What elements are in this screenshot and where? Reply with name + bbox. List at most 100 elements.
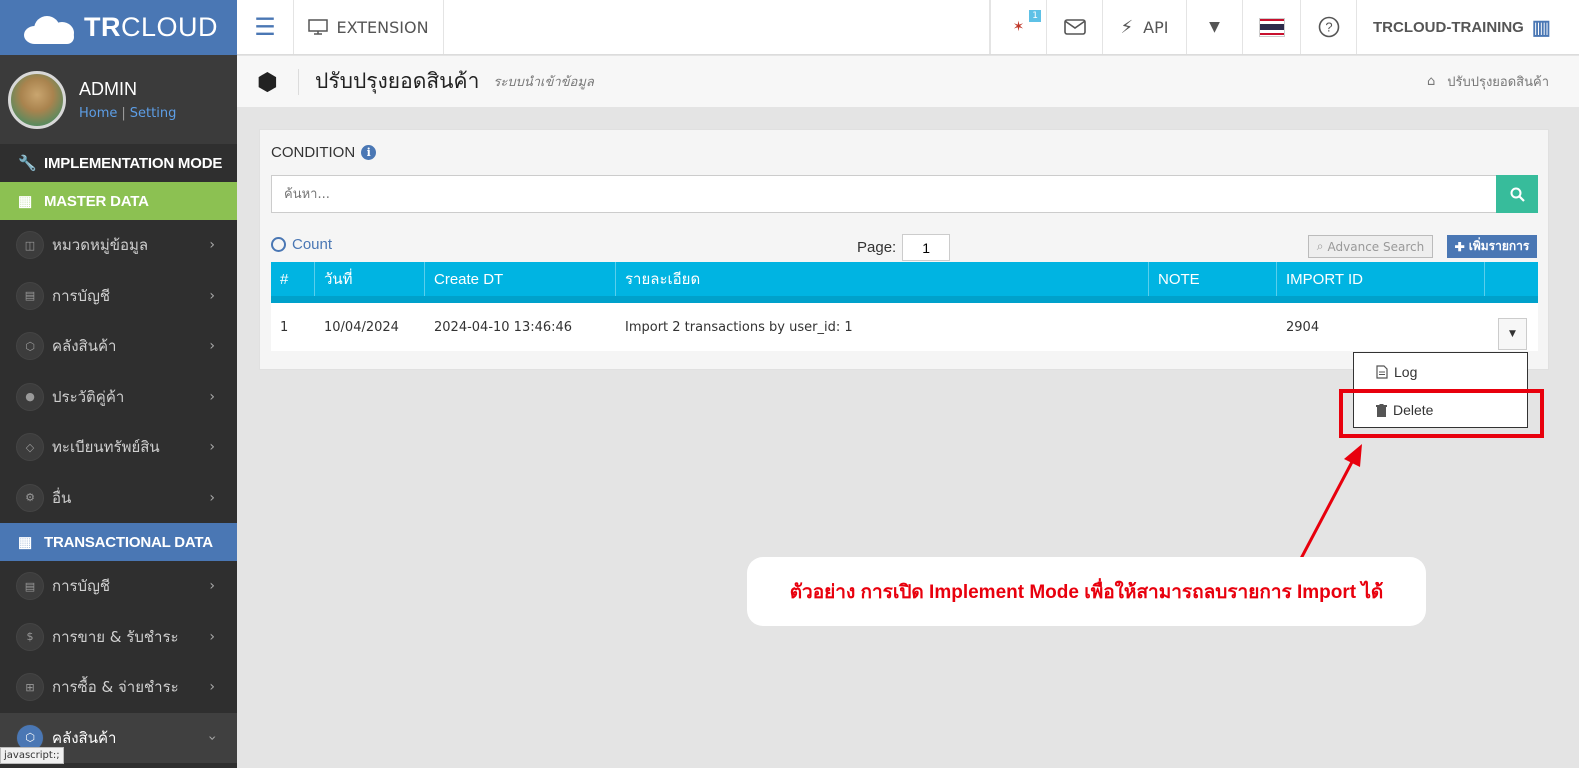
cubes-icon: ⬡ <box>16 332 44 361</box>
page-header: ⬢ ปรับปรุงยอดสินค้า ระบบนำเข้าข้อมูล ⌂ ป… <box>237 56 1579 107</box>
add-item-button[interactable]: ✚ เพิ่มรายการ <box>1447 235 1537 258</box>
menu-item-log[interactable]: Log <box>1354 353 1527 391</box>
cubes-icon: ⬢ <box>237 68 299 95</box>
question-icon: ? <box>1318 16 1339 38</box>
search-button[interactable] <box>1496 175 1538 213</box>
page-number-input[interactable] <box>902 234 951 261</box>
refresh-icon <box>271 237 286 252</box>
breadcrumb: ⌂ ปรับปรุงยอดสินค้า <box>1427 71 1549 92</box>
party-icon: ✶ <box>1012 19 1025 35</box>
sidebar-item-warehouse[interactable]: ⬡ คลังสินค้า › <box>0 321 237 372</box>
user-icon: ● <box>16 382 44 411</box>
sidebar-item-partners[interactable]: ● ประวัติคู่ค้า › <box>0 372 237 423</box>
cell-index: 1 <box>280 319 289 335</box>
status-bar-tooltip: javascript:; <box>0 747 64 764</box>
search-icon <box>1510 187 1525 202</box>
building-icon: ▥ <box>1531 16 1551 39</box>
svg-text:?: ? <box>1325 20 1332 35</box>
sidebar-item-category[interactable]: ◫ หมวดหมู่ข้อมูล › <box>0 220 237 271</box>
file-icon <box>1376 365 1388 379</box>
log-label: Log <box>1394 364 1418 380</box>
cell-create-dt: 2024-04-10 13:46:46 <box>434 319 573 335</box>
news-button[interactable]: ✶ 1 <box>990 0 1047 54</box>
transactional-data-header[interactable]: ▦ TRANSACTIONAL DATA <box>0 523 237 561</box>
sidebar-item-label: การซื้อ & จ่ายชำระ <box>52 678 179 697</box>
more-dropdown-button[interactable]: ▼ <box>1187 0 1243 54</box>
company-button[interactable]: TRCLOUD-TRAINING ▥ <box>1357 0 1579 54</box>
avatar[interactable] <box>8 70 66 129</box>
api-button[interactable]: ⚡ API <box>1103 0 1187 54</box>
transactional-data-label: TRANSACTIONAL DATA <box>44 533 213 551</box>
gear-icon: ⚙ <box>16 483 44 512</box>
cart-icon: ⊞ <box>16 673 44 702</box>
dollar-icon: $ <box>16 622 44 651</box>
column-header[interactable]: วันที่ <box>315 262 425 296</box>
sidebar-item-label: หมวดหมู่ข้อมูล <box>52 236 149 255</box>
chevron-right-icon: › <box>209 679 215 696</box>
hamburger-menu-button[interactable]: ☰ <box>237 0 294 54</box>
home-icon[interactable]: ⌂ <box>1427 74 1435 89</box>
extension-button[interactable]: EXTENSION <box>294 0 444 54</box>
table-row[interactable]: 1 10/04/2024 2024-04-10 13:46:46 Import … <box>271 303 1538 351</box>
count-toggle[interactable]: Count <box>271 236 332 253</box>
chevron-right-icon: › <box>209 489 215 506</box>
profile-name: ADMIN <box>79 78 137 99</box>
pager: Page: <box>857 234 951 261</box>
help-button[interactable]: ? <box>1301 0 1357 54</box>
api-label: API <box>1143 17 1169 37</box>
column-header[interactable]: รายละเอียด <box>616 262 1149 296</box>
sidebar-item-other[interactable]: ⚙ อื่น › <box>0 473 237 524</box>
language-button[interactable] <box>1243 0 1301 54</box>
chevron-right-icon: › <box>209 578 215 595</box>
chevron-right-icon: › <box>209 338 215 355</box>
chevron-right-icon: › <box>209 237 215 254</box>
search-input[interactable] <box>271 175 1496 213</box>
master-data-header[interactable]: ▦ MASTER DATA <box>0 182 237 220</box>
sidebar-item-label: ทะเบียนทรัพย์สิน <box>52 438 160 457</box>
column-header[interactable]: IMPORT ID <box>1277 262 1485 296</box>
info-icon[interactable]: i <box>361 145 377 160</box>
sidebar-item-purchase[interactable]: ⊞ การซื้อ & จ่ายชำระ › <box>0 662 237 713</box>
advance-search-button[interactable]: ⌕ Advance Search <box>1308 235 1433 258</box>
cell-date: 10/04/2024 <box>324 319 399 335</box>
implementation-mode-link[interactable]: 🔧 IMPLEMENTATION MODE <box>0 144 237 182</box>
sidebar-item-label: การบัญชี <box>52 286 111 305</box>
count-label: Count <box>292 236 333 253</box>
condition-label: CONDITION <box>271 144 356 161</box>
chevron-down-icon: › <box>204 734 221 741</box>
profile: ADMIN Home | Setting <box>0 55 237 144</box>
brand-name: TRCLOUD <box>84 12 219 42</box>
cell-note <box>1149 303 1277 351</box>
caret-down-icon: ▼ <box>1509 329 1516 339</box>
mail-button[interactable] <box>1047 0 1103 54</box>
monitor-icon <box>308 19 329 35</box>
wrench-icon: 🔧 <box>18 155 37 172</box>
chevron-right-icon: › <box>209 388 215 405</box>
page-title: ปรับปรุงยอดสินค้า <box>315 69 480 93</box>
column-header[interactable]: Create DT <box>425 262 616 296</box>
cell-details: Import 2 transactions by user_id: 1 <box>625 319 853 335</box>
search-row <box>271 175 1538 213</box>
sidebar-item-sales[interactable]: $ การขาย & รับชำระ › <box>0 612 237 663</box>
condition-heading: CONDITION i <box>271 144 377 161</box>
sidebar-item-accounting[interactable]: ▤ การบัญชี › <box>0 271 237 322</box>
breadcrumb-current: ปรับปรุงยอดสินค้า <box>1447 75 1549 90</box>
company-label: TRCLOUD-TRAINING <box>1373 18 1524 36</box>
thai-flag-icon <box>1258 17 1285 37</box>
import-table: # วันที่ Create DT รายละเอียด NOTE IMPOR… <box>271 262 1538 351</box>
column-header[interactable]: # <box>271 262 315 296</box>
table-header: # วันที่ Create DT รายละเอียด NOTE IMPOR… <box>271 262 1538 303</box>
home-link[interactable]: Home <box>79 106 117 121</box>
search-icon: ⌕ <box>1316 239 1324 253</box>
row-actions-button[interactable]: ▼ <box>1498 318 1527 350</box>
column-header[interactable]: NOTE <box>1149 262 1277 296</box>
ledger-icon: ▤ <box>16 572 44 601</box>
sidebar-item-assets[interactable]: ◇ ทะเบียนทรัพย์สิน › <box>0 422 237 473</box>
setting-link[interactable]: Setting <box>130 106 177 121</box>
sidebar: TRCLOUD ADMIN Home | Setting 🔧 IMPLEMENTAT… <box>0 0 237 768</box>
sidebar-item-trans-accounting[interactable]: ▤ การบัญชี › <box>0 561 237 612</box>
plug-icon: ⚡ <box>1120 16 1134 38</box>
brand-logo[interactable]: TRCLOUD <box>0 0 237 55</box>
grid-icon: ▦ <box>18 534 32 551</box>
implementation-mode-label: IMPLEMENTATION MODE <box>44 154 223 172</box>
